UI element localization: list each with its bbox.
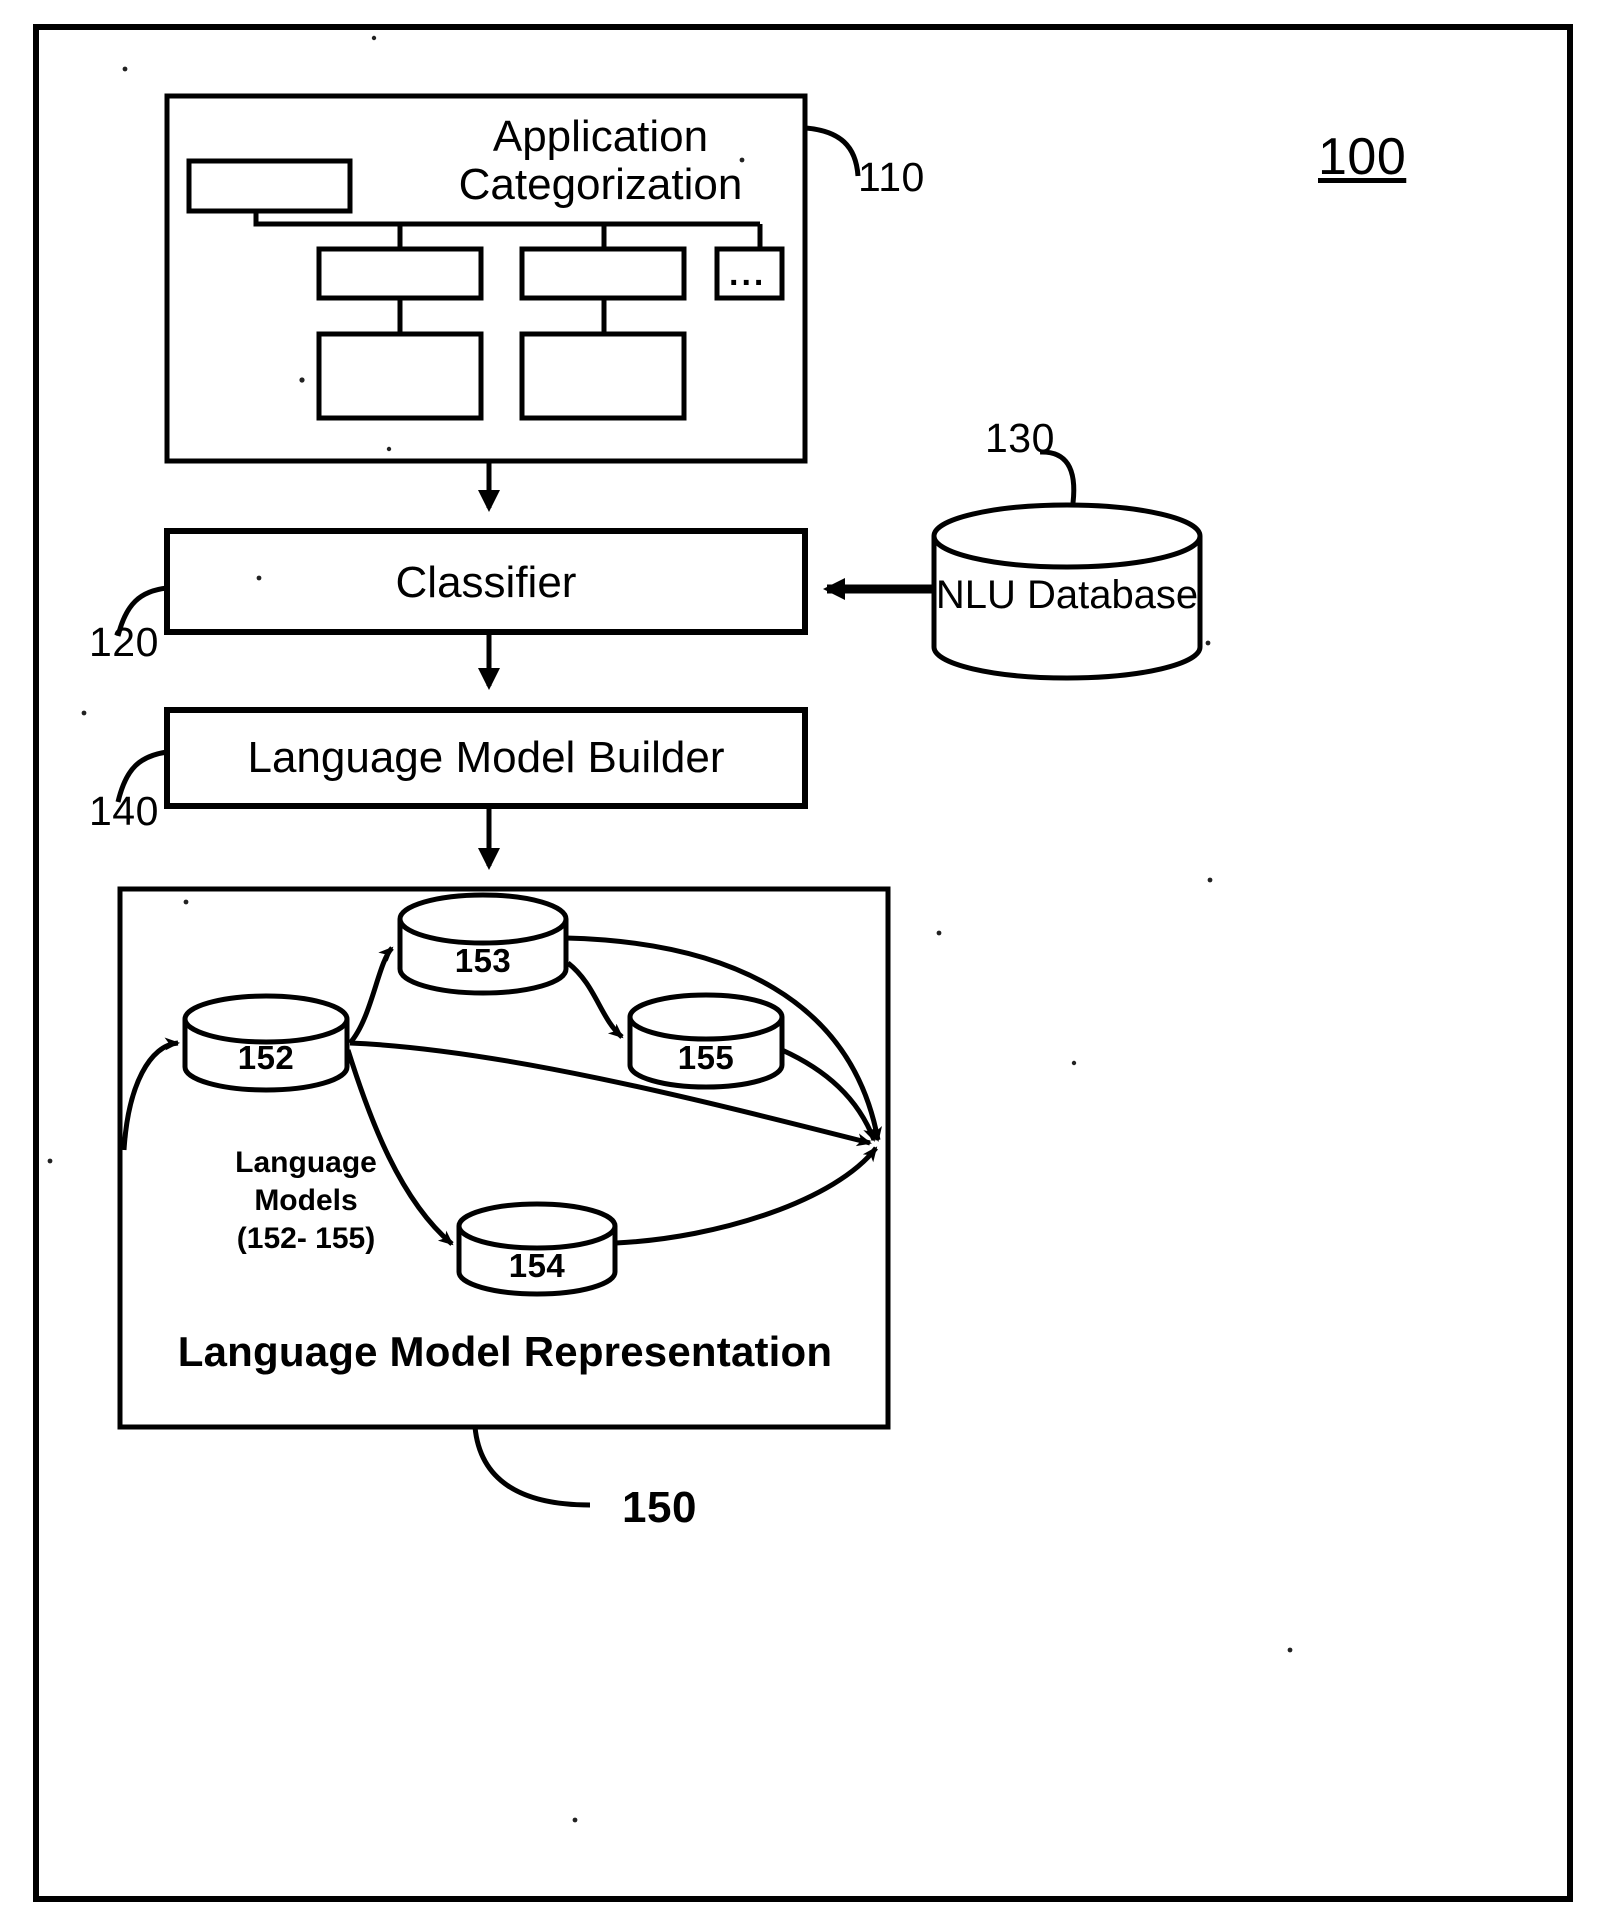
cylinder-label-154: 154 [508, 1247, 566, 1284]
classifier-title: Classifier [395, 558, 577, 607]
arrow-152-to-153 [348, 946, 394, 1045]
cylinder-label-155: 155 [677, 1039, 735, 1076]
arrow-153-to-155 [566, 961, 624, 1039]
cylinder-label-153: 153 [454, 942, 512, 979]
figure-canvas [33, 24, 1573, 1902]
application-categorization-title-line2: Categorization [458, 160, 743, 209]
nlu-database-title: NLU Database [935, 573, 1199, 617]
ref-label-120: 120 [89, 619, 159, 665]
ref-label-130: 130 [985, 415, 1055, 461]
language-models-caption-line1: Language [235, 1146, 377, 1179]
tree-node-l3-a [316, 331, 484, 421]
ref-leader-150 [472, 1426, 591, 1508]
scan-speckles [47, 35, 1293, 1823]
cylinder-label-152: 152 [237, 1039, 295, 1076]
ref-label-150: 150 [622, 1483, 697, 1532]
figure-number: 100 [1318, 128, 1407, 186]
tree-node-l2-a [316, 246, 484, 301]
application-categorization-title-line1: Application [492, 112, 709, 161]
tree-node-root [186, 158, 353, 214]
tree-node-l2-b [519, 246, 687, 301]
ref-label-140: 140 [89, 788, 159, 834]
arrow-154-to-convergence [615, 1146, 878, 1246]
tree-ellipsis-label: ... [729, 255, 767, 293]
language-models-caption-line3: (152- 155) [236, 1222, 376, 1255]
language-model-representation-title: Language Model Representation [177, 1328, 833, 1375]
ref-label-110: 110 [858, 154, 925, 200]
patent-figure-page: 100 Application Categorization ... 110 C… [0, 0, 1606, 1929]
language-model-builder-title: Language Model Builder [247, 733, 725, 782]
arrow-152-to-convergence [349, 1040, 872, 1147]
tree-node-l3-b [519, 331, 687, 421]
language-models-caption-line2: Models [254, 1184, 358, 1217]
ref-leader-110 [805, 125, 861, 177]
arrow-entry-to-152 [121, 1037, 180, 1151]
